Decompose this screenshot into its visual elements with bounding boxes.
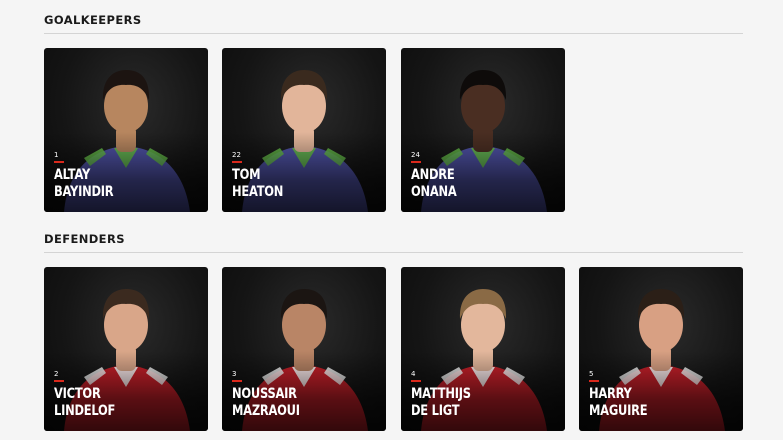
number-accent-bar (411, 161, 421, 163)
player-card-heaton[interactable]: 22 TOM HEATON (222, 48, 386, 212)
player-name: ALTAY BAYINDIR (54, 167, 114, 201)
player-first-name: ANDRE (411, 167, 455, 183)
player-first-name: TOM (232, 167, 261, 183)
player-first-name: ALTAY (54, 167, 91, 183)
player-card-maguire[interactable]: 5 HARRY MAGUIRE (579, 267, 743, 431)
section-title: GOALKEEPERS (44, 13, 743, 34)
player-last-name: HEATON (232, 184, 284, 200)
number-accent-bar (232, 161, 242, 163)
player-first-name: NOUSSAIR (232, 386, 297, 402)
player-card-onana[interactable]: 24 ANDRE ONANA (401, 48, 565, 212)
player-card-lindelof[interactable]: 2 VICTOR LINDELOF (44, 267, 208, 431)
player-grid: 1 ALTAY BAYINDIR 22 TOM HEATON 24 ANDRE ONANA (44, 48, 743, 212)
number-accent-bar (589, 380, 599, 382)
number-accent-bar (54, 161, 64, 163)
player-last-name: BAYINDIR (54, 184, 114, 200)
player-first-name: HARRY (589, 386, 632, 402)
player-name: HARRY MAGUIRE (589, 386, 648, 420)
player-first-name: MATTHIJS (411, 386, 471, 402)
player-first-name: VICTOR (54, 386, 101, 402)
player-name: ANDRE ONANA (411, 167, 457, 201)
player-last-name: ONANA (411, 184, 457, 200)
player-number: 5 (589, 370, 594, 378)
player-name: VICTOR LINDELOF (54, 386, 115, 420)
player-name: MATTHIJS DE LIGT (411, 386, 471, 420)
number-accent-bar (232, 380, 242, 382)
player-name: TOM HEATON (232, 167, 283, 201)
player-number: 4 (411, 370, 416, 378)
player-last-name: DE LIGT (411, 403, 460, 419)
section-defenders: DEFENDERS 2 VICTOR LINDELOF 3 NOUSSAIR MAZRA… (44, 232, 743, 431)
player-number: 3 (232, 370, 237, 378)
player-last-name: MAZRAOUI (232, 403, 300, 419)
player-name: NOUSSAIR MAZRAOUI (232, 386, 300, 420)
player-number: 1 (54, 151, 59, 159)
player-card-bayindir[interactable]: 1 ALTAY BAYINDIR (44, 48, 208, 212)
number-accent-bar (54, 380, 64, 382)
number-accent-bar (411, 380, 421, 382)
section-goalkeepers: GOALKEEPERS 1 ALTAY BAYINDIR 22 TOM HEATON 2… (44, 13, 743, 212)
player-grid: 2 VICTOR LINDELOF 3 NOUSSAIR MAZRAOUI 4 MATTH… (44, 267, 743, 431)
player-number: 2 (54, 370, 59, 378)
player-card-de-ligt[interactable]: 4 MATTHIJS DE LIGT (401, 267, 565, 431)
player-number: 24 (411, 151, 420, 159)
player-number: 22 (232, 151, 241, 159)
player-card-mazraoui[interactable]: 3 NOUSSAIR MAZRAOUI (222, 267, 386, 431)
section-title: DEFENDERS (44, 232, 743, 253)
player-last-name: MAGUIRE (589, 403, 648, 419)
player-last-name: LINDELOF (54, 403, 116, 419)
